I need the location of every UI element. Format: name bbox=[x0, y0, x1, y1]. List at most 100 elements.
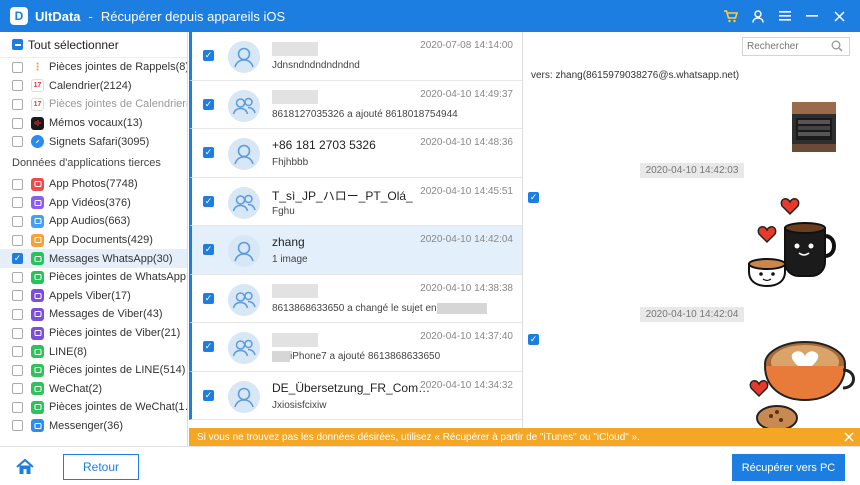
sidebar-item[interactable]: Pièces jointes de Viber(21) bbox=[0, 324, 187, 343]
sidebar-item-checkbox[interactable] bbox=[12, 61, 23, 73]
contact-avatar-icon bbox=[228, 138, 260, 170]
sidebar-item[interactable]: ⋮ Pièces jointes de Rappels(8) bbox=[0, 58, 187, 77]
user-icon[interactable] bbox=[747, 5, 769, 27]
sidebar-item-checkbox[interactable] bbox=[12, 401, 23, 413]
time-stamp: 2020-04-10 14:42:03 bbox=[640, 163, 744, 178]
sidebar-item[interactable]: App Audios(663) bbox=[0, 212, 187, 231]
group-avatar-icon bbox=[228, 186, 260, 219]
calendar-icon: 17 bbox=[31, 79, 44, 93]
sidebar-item[interactable]: Appels Viber(17) bbox=[0, 287, 187, 306]
sidebar-item[interactable]: Pièces jointes de LINE(514) bbox=[0, 361, 187, 380]
sidebar-item[interactable]: Signets Safari(3095) bbox=[0, 132, 187, 151]
sidebar-item-label: Mémos vocaux(13) bbox=[49, 117, 143, 130]
sidebar-item[interactable]: Mémos vocaux(13) bbox=[0, 114, 187, 133]
sidebar-item[interactable]: App Photos(7748) bbox=[0, 175, 187, 194]
message-row[interactable]: ✓ T_sì_JP_ハロー_PT_Olá_ 2020-04-10 14:45:51 F… bbox=[189, 177, 522, 226]
app-icon bbox=[31, 326, 44, 340]
message-row[interactable]: ✓ 2020-07-08 14:14:00 Jdnsndndndndndnd bbox=[189, 32, 522, 81]
message-checkbox[interactable]: ✓ bbox=[203, 98, 214, 110]
app-icon bbox=[31, 214, 44, 228]
home-icon[interactable] bbox=[15, 457, 35, 477]
group-avatar-icon bbox=[228, 332, 260, 364]
sidebar-item-label: WeChat(2) bbox=[49, 382, 102, 395]
message-row[interactable]: ✓ 2020-04-10 14:49:37 8618127035326 a ajou… bbox=[189, 80, 522, 129]
contact-name: T_sì_JP_ハロー_PT_Olá_ bbox=[272, 188, 413, 203]
minimize-icon[interactable] bbox=[801, 5, 823, 27]
recover-to-pc-button[interactable]: Récupérer vers PC bbox=[732, 454, 845, 481]
title-separator: - bbox=[88, 8, 93, 24]
sticker-coffee-hearts[interactable] bbox=[745, 190, 855, 290]
message-checkbox[interactable]: ✓ bbox=[203, 244, 214, 255]
sidebar-item-label: Pièces jointes de Viber(21) bbox=[49, 327, 181, 340]
sidebar-item-checkbox[interactable]: ✓ bbox=[12, 253, 23, 265]
sidebar-item[interactable]: ✓ Messages WhatsApp(30) bbox=[0, 249, 187, 268]
contact-name-redacted bbox=[272, 90, 318, 105]
sidebar-item-checkbox[interactable] bbox=[12, 327, 23, 339]
message-checkbox[interactable]: ✓ bbox=[203, 341, 214, 352]
message-row[interactable]: ✓ 2020-04-10 14:38:38 8613868633650 a chan… bbox=[189, 274, 522, 323]
message-checkbox[interactable]: ✓ bbox=[203, 389, 214, 401]
message-preview: 1 image bbox=[272, 254, 308, 265]
close-icon[interactable] bbox=[828, 5, 850, 27]
sidebar-item-checkbox[interactable] bbox=[12, 364, 23, 376]
sidebar-item-checkbox[interactable] bbox=[12, 98, 23, 110]
sidebar-item[interactable]: App Vidéos(376) bbox=[0, 194, 187, 213]
app-icon bbox=[31, 400, 44, 414]
message-checkbox[interactable]: ✓ bbox=[203, 50, 214, 61]
contact-name: DE_Übersetzung_FR_Com… bbox=[272, 380, 431, 395]
message-row[interactable]: ✓ 2020-04-10 14:37:40 iPhone7 a ajouté 861… bbox=[189, 323, 522, 372]
sidebar-item-checkbox[interactable] bbox=[12, 290, 23, 302]
sidebar-item-checkbox[interactable] bbox=[12, 136, 23, 148]
sidebar-item[interactable]: WeChat(2) bbox=[0, 380, 187, 399]
sidebar-item-checkbox[interactable] bbox=[12, 234, 23, 246]
app-icon bbox=[31, 307, 44, 321]
sidebar-item-label: LINE(8) bbox=[49, 345, 87, 358]
search-icon[interactable] bbox=[831, 40, 843, 52]
sidebar-item[interactable]: LINE(8) bbox=[0, 342, 187, 361]
sidebar-item[interactable]: Pièces jointes de WeChat(1… bbox=[0, 398, 187, 417]
sticker-latte-heart[interactable] bbox=[745, 336, 855, 428]
sidebar-item-label: Appels Viber(17) bbox=[49, 289, 131, 302]
message-checkbox[interactable]: ✓ bbox=[203, 292, 214, 304]
message-preview: Fghu bbox=[272, 205, 295, 217]
app-logo-icon: D bbox=[10, 7, 28, 25]
select-all-checkbox[interactable] bbox=[12, 39, 23, 50]
message-row[interactable]: ✓ DE_Übersetzung_FR_Com… 2020-04-10 14:34:… bbox=[189, 371, 522, 420]
sidebar-item-checkbox[interactable] bbox=[12, 80, 23, 92]
sticker-checkbox[interactable]: ✓ bbox=[528, 192, 539, 203]
sidebar-item-checkbox[interactable] bbox=[12, 178, 23, 190]
sidebar-item-checkbox[interactable] bbox=[12, 420, 23, 432]
menu-icon[interactable] bbox=[774, 5, 796, 27]
sidebar-item-label: Pièces jointes de Rappels(8) bbox=[49, 61, 188, 74]
cart-icon[interactable] bbox=[720, 5, 742, 27]
sidebar-item[interactable]: 17 Calendrier(2124) bbox=[0, 77, 187, 96]
sidebar-item[interactable]: Messages de Viber(43) bbox=[0, 305, 187, 324]
sidebar-item-checkbox[interactable] bbox=[12, 383, 23, 395]
sidebar-item-checkbox[interactable] bbox=[12, 346, 23, 358]
sidebar-item-checkbox[interactable] bbox=[12, 308, 23, 320]
sidebar-item-checkbox[interactable] bbox=[12, 197, 23, 209]
group-avatar-icon bbox=[228, 89, 260, 122]
message-checkbox[interactable]: ✓ bbox=[203, 195, 214, 207]
sidebar-item-checkbox[interactable] bbox=[12, 215, 23, 227]
sidebar-item-checkbox[interactable] bbox=[12, 117, 23, 129]
sidebar-item-checkbox[interactable] bbox=[12, 271, 23, 283]
select-all[interactable]: Tout sélectionner bbox=[0, 32, 187, 58]
sidebar-item-label: Messages de Viber(43) bbox=[49, 308, 163, 321]
sidebar-item-label: Pièces jointes de Calendrier(… bbox=[49, 98, 188, 111]
close-icon[interactable] bbox=[842, 428, 856, 446]
sidebar-item[interactable]: App Documents(429) bbox=[0, 231, 187, 250]
sidebar-item[interactable]: 17 Pièces jointes de Calendrier(… bbox=[0, 95, 187, 114]
sticker-checkbox[interactable]: ✓ bbox=[528, 334, 539, 345]
app-icon bbox=[31, 345, 44, 359]
sidebar-item[interactable]: Messenger(36) bbox=[0, 417, 187, 436]
sidebar-item[interactable]: Pièces jointes de WhatsApp… bbox=[0, 268, 187, 287]
window-subtitle: Récupérer depuis appareils iOS bbox=[100, 8, 286, 24]
message-checkbox[interactable]: ✓ bbox=[203, 147, 214, 158]
message-time: 2020-04-10 14:38:38 bbox=[420, 282, 513, 294]
back-button[interactable]: Retour bbox=[63, 454, 139, 480]
image-thumbnail[interactable] bbox=[792, 102, 836, 152]
message-row[interactable]: ✓ zhang 2020-04-10 14:42:04 1 image bbox=[189, 226, 522, 275]
group-avatar-icon bbox=[228, 283, 260, 316]
message-row[interactable]: ✓ +86 181 2703 5326 2020-04-10 14:48:36 Fhj… bbox=[189, 129, 522, 178]
